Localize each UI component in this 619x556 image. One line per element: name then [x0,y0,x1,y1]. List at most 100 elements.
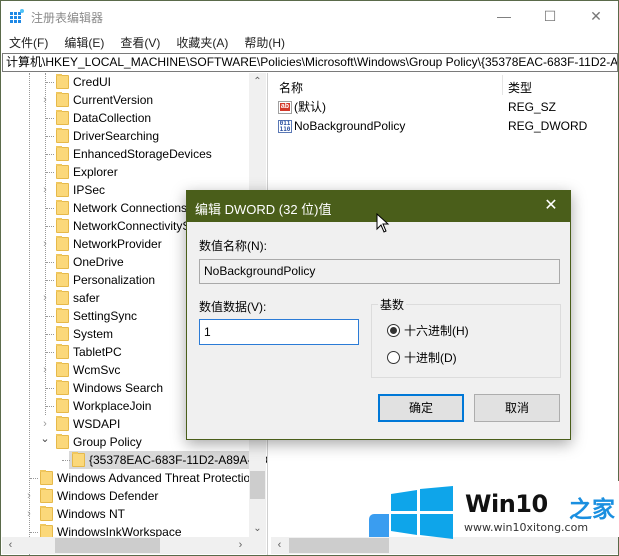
tree-connector [46,316,54,317]
column-name-header[interactable]: 名称 [279,79,303,96]
folder-icon [40,488,53,503]
menu-edit[interactable]: 编辑(E) [56,34,112,51]
folder-icon [40,470,53,485]
tree-item[interactable]: EnhancedStorageDevices [2,145,249,163]
chevron-right-icon[interactable]: › [24,487,34,505]
dialog-close-button[interactable]: ✕ [536,191,566,222]
tree-horizontal-scrollbar[interactable]: ‹ › [2,537,249,554]
tree-connector [30,478,38,479]
column-separator[interactable] [502,75,503,95]
tree-item-label: safer [73,291,100,305]
scroll-right-icon[interactable]: › [232,537,249,554]
scroll-up-icon[interactable]: ⌃ [249,73,266,90]
tree-item-label: System [73,327,114,341]
list-row[interactable]: 011 110 NoBackgroundPolicy REG_DWORD [271,117,618,136]
scroll-left-icon[interactable]: ‹ [271,537,288,554]
folder-icon [56,290,69,305]
watermark: Win10 之家 www.win10xitong.com [369,481,619,556]
menu-help[interactable]: 帮助(H) [236,34,293,51]
tree-item-label: WSDAPI [73,417,121,431]
tree-connector [46,82,54,83]
windows-logo-icon [391,486,453,539]
folder-icon [56,182,69,197]
close-icon: ✕ [544,197,558,214]
string-value-icon: ab [278,101,292,114]
chevron-right-icon[interactable]: › [40,235,50,253]
regedit-icon [10,9,24,23]
value-type: REG_SZ [508,100,557,114]
value-data-input[interactable]: 1 [199,319,359,345]
address-bar[interactable]: 计算机\HKEY_LOCAL_MACHINE\SOFTWARE\Policies… [2,53,618,72]
scroll-left-icon[interactable]: ‹ [2,537,19,554]
folder-icon [56,92,69,107]
close-button[interactable]: ✕ [573,1,619,31]
tree-item[interactable]: Windows Advanced Threat Protection [2,469,257,487]
folder-icon [56,236,69,251]
tree-hscroll-thumb[interactable] [55,538,160,553]
tree-item-label: Group Policy [73,435,142,449]
tree-connector [46,172,54,173]
chevron-right-icon[interactable]: › [40,415,50,433]
tree-item[interactable]: {35378EAC-683F-11D2-A89A-00C04FBBCFA2} [2,451,267,469]
folder-icon [56,308,69,323]
minimize-button[interactable]: — [481,1,527,31]
tree-item-label: Explorer [73,165,118,179]
registry-editor-window: 注册表编辑器 — ☐ ✕ 文件(F) 编辑(E) 查看(V) 收藏夹(A) 帮助… [0,0,619,556]
menu-favorites[interactable]: 收藏夹(A) [168,34,236,51]
bird-icon [369,514,389,537]
column-type-header[interactable]: 类型 [508,79,532,96]
scroll-corner [249,537,266,554]
menu-bar: 文件(F) 编辑(E) 查看(V) 收藏夹(A) 帮助(H) [1,31,618,53]
folder-icon [40,506,53,521]
chevron-right-icon[interactable]: › [40,181,50,199]
radio-unchecked-icon[interactable] [387,351,400,364]
tree-item-label: OneDrive [73,255,124,269]
folder-icon [56,74,69,89]
maximize-button[interactable]: ☐ [527,1,573,31]
tree-item-label: NetworkProvider [73,237,162,251]
chevron-down-icon[interactable]: ⌄ [40,433,50,451]
tree-connector [46,388,54,389]
tree-item-label: SettingSync [73,309,138,323]
tree-item-label: Windows Search [73,381,164,395]
tree-item-label: DataCollection [73,111,152,125]
folder-icon [56,398,69,413]
tree-item[interactable]: › CurrentVersion [2,91,249,109]
menu-view[interactable]: 查看(V) [112,34,168,51]
chevron-right-icon[interactable]: › [40,91,50,109]
folder-icon [56,362,69,377]
tree-item-label: {35378EAC-683F-11D2-A89A-00C04FBBCFA2} [89,453,268,467]
value-type: REG_DWORD [508,119,588,133]
folder-icon [72,452,85,467]
tree-item[interactable]: › Windows Defender [2,487,249,505]
chevron-right-icon[interactable]: › [24,505,34,523]
value-data-label: 数值数据(V): [199,300,267,314]
menu-file[interactable]: 文件(F) [1,34,56,51]
radio-dec-label: 十进制(D) [404,351,457,365]
tree-item[interactable]: CredUI [2,73,249,91]
tree-item-label: WorkplaceJoin [73,399,152,413]
tree-connector [46,118,54,119]
radio-checked-icon[interactable] [387,324,400,337]
tree-item[interactable]: Explorer [2,163,249,181]
tree-item-label: IPSec [73,183,106,197]
value-name: (默认) [294,100,326,114]
ok-button[interactable]: 确定 [378,394,464,422]
tree-item-label: TabletPC [73,345,122,359]
tree-item[interactable]: DataCollection [2,109,249,127]
dialog-title: 编辑 DWORD (32 位)值 [195,202,332,217]
tree-connector [46,154,54,155]
folder-icon [56,218,69,233]
tree-item[interactable]: DriverSearching [2,127,249,145]
value-name-label: 数值名称(N): [199,239,267,253]
folder-icon [56,272,69,287]
scroll-down-icon[interactable]: ⌄ [249,520,266,537]
list-row[interactable]: ab (默认) REG_SZ [271,98,618,117]
chevron-right-icon[interactable]: › [40,289,50,307]
tree-item-label: Windows Defender [57,489,159,503]
chevron-right-icon[interactable]: › [40,361,50,379]
folder-icon [56,344,69,359]
tree-vscroll-thumb[interactable] [250,471,265,499]
tree-item[interactable]: › Windows NT [2,505,249,523]
cancel-button[interactable]: 取消 [474,394,560,422]
